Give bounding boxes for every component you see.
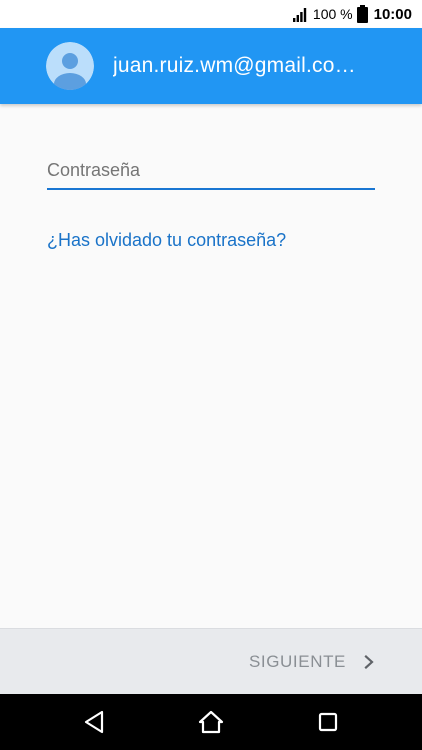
battery-percent: 100 % [312,6,353,22]
battery-icon [356,5,368,23]
back-icon [84,710,104,734]
account-email: juan.ruiz.wm@gmail.co… [113,54,356,77]
account-header: juan.ruiz.wm@gmail.co… [0,28,422,104]
next-button-label: SIGUIENTE [248,652,346,671]
status-bar: 100 % 10:00 [0,0,422,28]
sign-in-password-screen: 100 % 10:00 juan.ruiz.wm@gmail.co… ¿Has … [0,0,422,750]
home-button[interactable] [193,704,229,740]
home-icon [198,710,224,734]
account-avatar-icon [46,42,94,90]
signal-icon [291,6,308,22]
chevron-right-icon [364,655,374,669]
navigation-bar [0,694,422,750]
forgot-password-link[interactable]: ¿Has olvidado tu contraseña? [47,230,286,251]
next-button[interactable]: SIGUIENTE [249,629,376,695]
password-input[interactable] [47,148,375,190]
back-button[interactable] [76,704,112,740]
status-clock: 10:00 [373,5,412,23]
action-bar: SIGUIENTE [0,628,422,694]
recents-icon [318,712,338,732]
recents-button[interactable] [310,704,346,740]
